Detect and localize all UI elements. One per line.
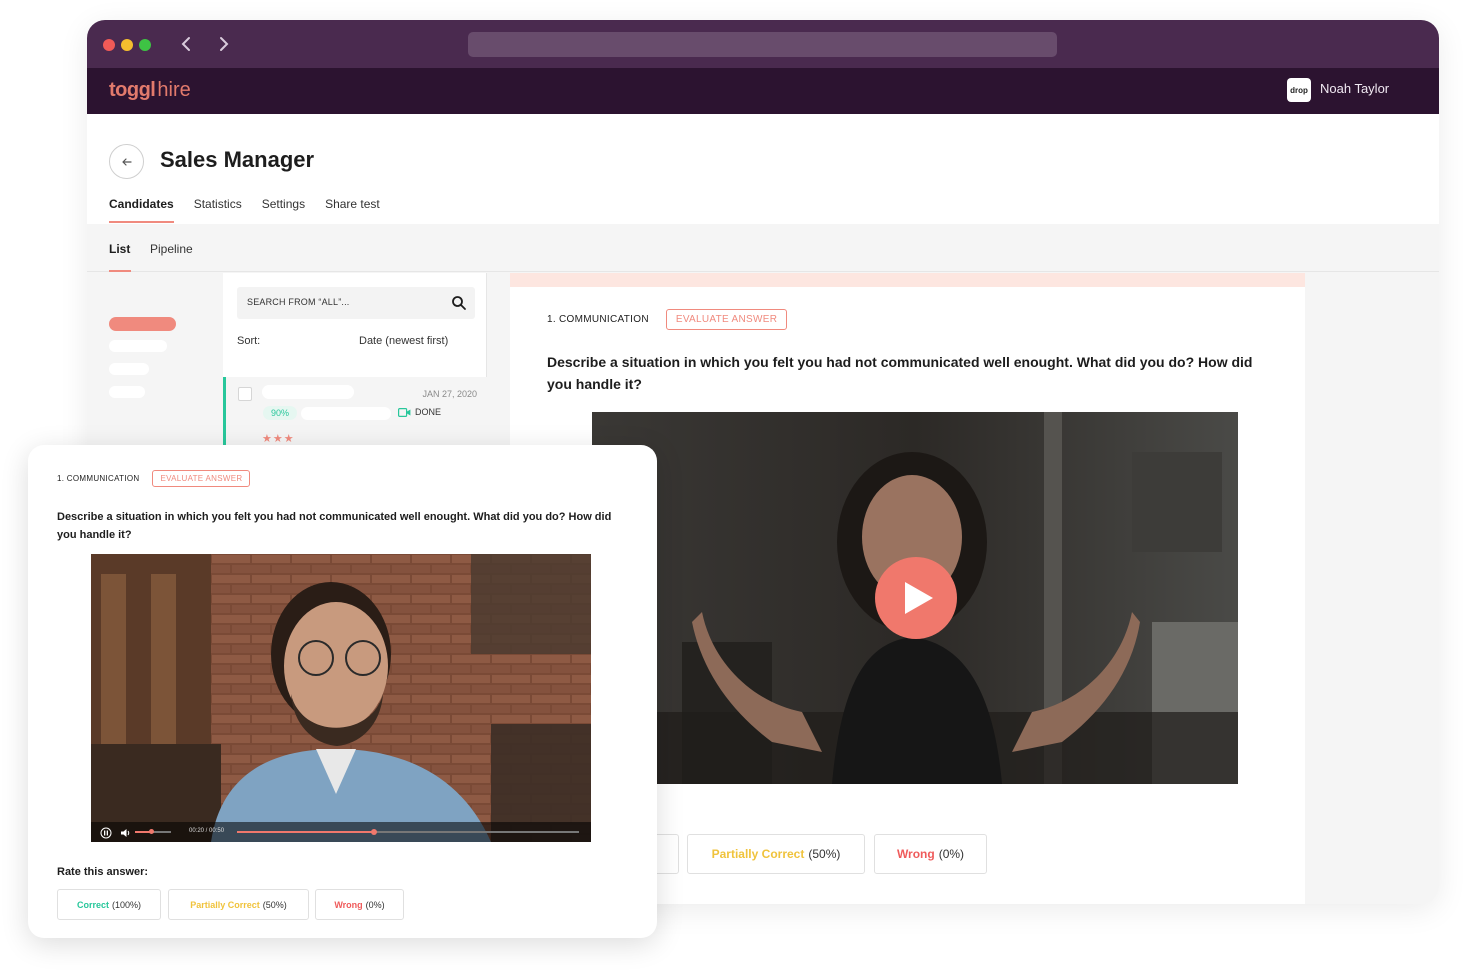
video-progress-handle[interactable] [370,829,377,835]
main-tabs: Candidates Statistics Settings Share tes… [109,197,380,223]
view-subtabs: List Pipeline [87,224,1439,272]
video-camera-icon [398,407,411,417]
answer-video-player[interactable]: 00:20 / 00:50 [91,554,591,842]
rate-partially-correct-button[interactable]: Partially Correct (50%) [168,889,309,920]
video-progress-bar[interactable] [237,829,579,835]
rate-option-value: (0%) [365,899,385,910]
video-progress-fill [237,831,374,833]
sort-dropdown[interactable]: Date (newest first) [359,335,448,347]
tab-statistics[interactable]: Statistics [194,197,242,223]
page-title: Sales Manager [160,147,315,172]
logo-secondary-text: hire [157,79,191,101]
page-header: Sales Manager Candidates Statistics Sett… [87,114,1439,224]
tab-share-test[interactable]: Share test [325,197,380,223]
search-icon[interactable] [451,295,467,311]
rate-option-label: Correct [76,899,109,910]
candidate-search-input[interactable]: SEARCH FROM “ALL”... [237,287,475,319]
address-bar[interactable] [468,32,1057,57]
volume-icon[interactable] [120,826,132,838]
candidate-date: JAN 27, 2020 [422,389,477,399]
rate-heading: Rate this answer: [57,866,149,878]
status-text: DONE [415,407,442,417]
video-time: 00:20 / 00:50 [189,828,225,834]
volume-slider-handle[interactable] [149,829,155,834]
question-meta: 1. COMMUNICATION EVALUATE ANSWER [57,470,251,487]
play-button[interactable] [875,557,957,639]
organization-logo[interactable]: drop [1287,78,1311,102]
status-badge: DONE [398,407,441,417]
rate-option-value: (50%) [262,899,287,910]
answer-preview-card: 1. COMMUNICATION EVALUATE ANSWER Describ… [28,445,657,938]
back-arrow-icon [121,157,132,166]
question-category: 1. COMMUNICATION [57,474,140,483]
maximize-window-button[interactable] [139,39,151,51]
browser-titlebar [87,20,1439,68]
video-controls: 00:20 / 00:50 [91,822,591,842]
rate-partially-correct-button[interactable]: Partially Correct (50%) [687,834,865,874]
evaluate-answer-button[interactable]: EVALUATE ANSWER [152,470,251,487]
volume-slider[interactable] [135,829,171,834]
rate-option-value: (100%) [112,899,142,910]
back-button[interactable] [109,144,144,179]
rate-wrong-button[interactable]: Wrong (0%) [315,889,404,920]
app-header: toggl hire drop Noah Taylor [87,68,1439,114]
chevron-left-icon[interactable] [177,34,197,54]
question-category: 1. COMMUNICATION [547,314,649,325]
subtab-list[interactable]: List [109,242,130,256]
user-name[interactable]: Noah Taylor [1320,81,1389,96]
rate-option-label: Wrong [896,847,935,861]
filter-item[interactable] [109,363,149,375]
tab-candidates[interactable]: Candidates [109,197,174,223]
active-subtab-indicator [109,270,131,272]
sort-label: Sort: [237,335,261,347]
candidate-score-badge: 90% [263,406,297,420]
pause-icon[interactable] [100,826,112,839]
rate-option-label: Partially Correct [190,899,260,910]
answer-video-player[interactable] [592,412,1238,784]
play-icon [905,582,933,614]
question-meta: 1. COMMUNICATION EVALUATE ANSWER [547,309,788,330]
rate-option-label: Partially Correct [711,847,805,861]
rate-option-value: (0%) [938,847,965,861]
candidate-name-placeholder [262,385,354,399]
filter-item[interactable] [109,386,145,398]
rating-stars: ★★★ [262,433,295,445]
rate-option-value: (50%) [808,847,841,861]
chevron-right-icon[interactable] [213,34,233,54]
video-frame-man [91,554,591,842]
logo-primary-text: toggl [109,79,156,101]
candidate-checkbox[interactable] [238,387,252,401]
tab-settings[interactable]: Settings [262,197,305,223]
search-placeholder: SEARCH FROM “ALL”... [247,297,350,307]
filter-item[interactable] [109,340,167,352]
subtab-pipeline[interactable]: Pipeline [150,242,193,256]
rate-wrong-button[interactable]: Wrong (0%) [874,834,987,874]
close-window-button[interactable] [103,39,115,51]
rate-correct-button[interactable]: Correct (100%) [57,889,161,920]
toggl-hire-logo[interactable]: toggl hire [109,79,191,102]
panel-top-strip [510,273,1305,287]
candidate-detail-placeholder [301,407,391,420]
question-text: Describe a situation in which you felt y… [57,511,612,541]
evaluate-answer-button[interactable]: EVALUATE ANSWER [665,309,788,330]
filter-item-active[interactable] [109,317,176,331]
rate-option-label: Wrong [334,899,363,910]
question-text: Describe a situation in which you felt y… [547,354,1253,392]
minimize-window-button[interactable] [121,39,133,51]
